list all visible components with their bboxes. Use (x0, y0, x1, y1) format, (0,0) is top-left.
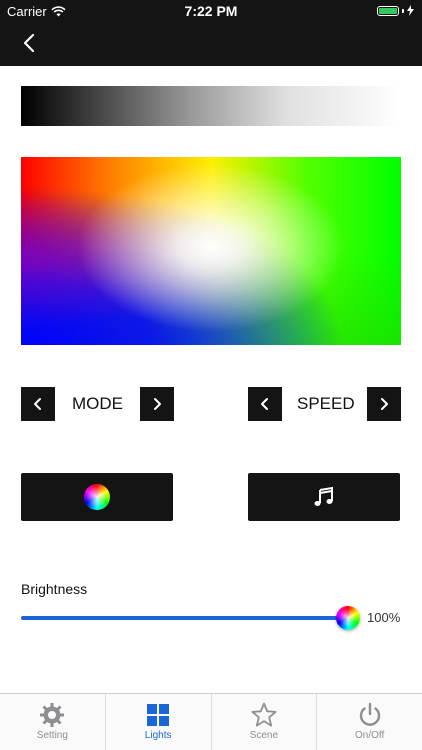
chevron-left-icon (261, 398, 268, 410)
brightness-label: Brightness (21, 581, 88, 597)
brightness-slider[interactable] (21, 606, 360, 630)
tab-scene-label: Scene (249, 730, 279, 741)
music-note-icon (314, 486, 333, 506)
speed-prev-button[interactable] (248, 387, 282, 421)
tab-setting[interactable]: Setting (0, 694, 105, 750)
charging-bolt-icon (407, 5, 414, 16)
top-bar: Carrier 7:22 PM (0, 0, 422, 66)
tab-setting-label: Setting (36, 730, 68, 741)
tab-onoff-label: On/Off (354, 730, 385, 741)
tab-scene[interactable]: Scene (210, 694, 317, 750)
grid-icon (147, 704, 170, 726)
color-wheel-icon (84, 484, 110, 510)
color-mode-button[interactable] (21, 473, 173, 521)
chevron-left-icon (34, 398, 41, 410)
gear-icon (40, 703, 65, 727)
battery-indicator (377, 5, 414, 16)
grayscale-picker[interactable] (21, 86, 401, 126)
star-icon (251, 702, 277, 727)
mode-prev-button[interactable] (21, 387, 55, 421)
color-picker[interactable] (21, 157, 401, 345)
brightness-slider-thumb[interactable] (336, 606, 360, 630)
back-chevron-icon[interactable] (18, 30, 42, 56)
tab-lights-label: Lights (144, 730, 172, 741)
chevron-right-icon (154, 398, 161, 410)
speed-label: SPEED (297, 394, 355, 413)
speed-next-button[interactable] (367, 387, 401, 421)
mode-next-button[interactable] (140, 387, 174, 421)
power-icon (359, 702, 380, 726)
battery-icon (377, 5, 399, 16)
mode-label: MODE (72, 394, 123, 413)
brightness-value: 100% (367, 610, 401, 625)
status-time: 7:22 PM (184, 3, 238, 19)
music-mode-button[interactable] (248, 473, 400, 521)
status-bar: Carrier 7:22 PM (0, 0, 422, 22)
tab-onoff[interactable]: On/Off (316, 694, 422, 750)
tab-bar: Setting Lights Scene On/Off (0, 693, 422, 750)
chevron-right-icon (381, 398, 388, 410)
tab-lights[interactable]: Lights (104, 694, 211, 750)
